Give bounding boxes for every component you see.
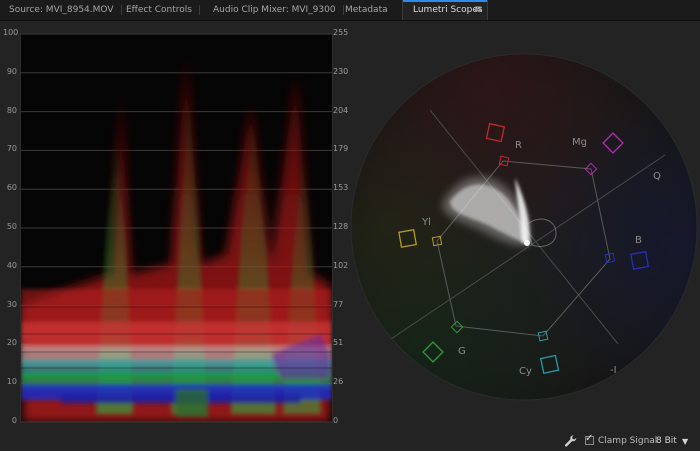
waveform-left-tick-label: 30	[6, 299, 17, 309]
waveform-right-tick-label: 255	[333, 28, 349, 37]
vectorscope-label-b: B	[635, 235, 642, 246]
check-icon: ✓	[585, 433, 594, 444]
tab-metadata[interactable]: Metadata	[345, 0, 388, 20]
tab-metadata-label: Metadata	[345, 5, 388, 15]
chevron-down-icon[interactable]: ▼	[682, 435, 688, 449]
tab-lumetri-scopes-label: Lumetri Scopes	[413, 5, 483, 15]
vectorscope-label-mg: Mg	[572, 137, 587, 148]
vectorscope-label-yl: Yl	[421, 217, 431, 228]
waveform-left-tick-label: 40	[6, 260, 17, 270]
vectorscope-label-q: Q	[653, 171, 661, 182]
vectorscope-label-cy: Cy	[519, 366, 532, 377]
waveform-graphic	[21, 34, 332, 422]
waveform-left-tick-label: 50	[6, 222, 17, 231]
vectorscope-label-i: -I	[610, 365, 617, 376]
vectorscope-label-r: R	[515, 140, 522, 151]
tab-audio-clip-mixer[interactable]: Audio Clip Mixer: MVI_9300	[213, 0, 344, 20]
waveform-scope[interactable]	[20, 33, 333, 423]
waveform-left-tick-label: 20	[6, 338, 17, 348]
clamp-signal-label: Clamp Signal	[598, 436, 658, 446]
tab-effect-controls-label: Effect Controls	[126, 5, 192, 15]
waveform-right-tick-label: 0	[333, 416, 339, 425]
waveform-left-tick-label: 60	[6, 183, 17, 193]
tab-effect-controls[interactable]: Effect Controls	[126, 0, 200, 20]
tab-source-label: Source: MVI_8954.MOV	[9, 5, 114, 15]
hamburger-menu-icon[interactable]: ≡	[474, 0, 482, 20]
waveform-left-tick-label: 0	[11, 416, 17, 425]
waveform-left-tick-label: 10	[6, 377, 17, 387]
vectorscope[interactable]: R Mg Q B Yl G Cy -I	[350, 53, 698, 403]
scope-bottom-bar: ✓ Clamp Signal 8 Bit ▼	[0, 431, 700, 451]
bit-depth-select[interactable]: 8 Bit	[656, 434, 677, 448]
wrench-icon[interactable]	[564, 434, 578, 448]
waveform-left-tick-label: 80	[6, 105, 17, 115]
waveform-left-tick-label: 90	[6, 66, 17, 76]
tab-bar: Source: MVI_8954.MOV Effect Controls Aud…	[0, 0, 700, 21]
scope-area: 100 90 80 70 60 50 40 30 20 10 0 255 230 204 179 153 12…	[0, 21, 700, 431]
tab-audio-clip-mixer-label: Audio Clip Mixer: MVI_9300	[213, 5, 336, 15]
waveform-left-tick-label: 100	[3, 28, 19, 37]
vectorscope-label-g: G	[458, 346, 466, 357]
tab-source[interactable]: Source: MVI_8954.MOV	[9, 0, 121, 20]
waveform-left-tick-label: 70	[6, 144, 17, 154]
